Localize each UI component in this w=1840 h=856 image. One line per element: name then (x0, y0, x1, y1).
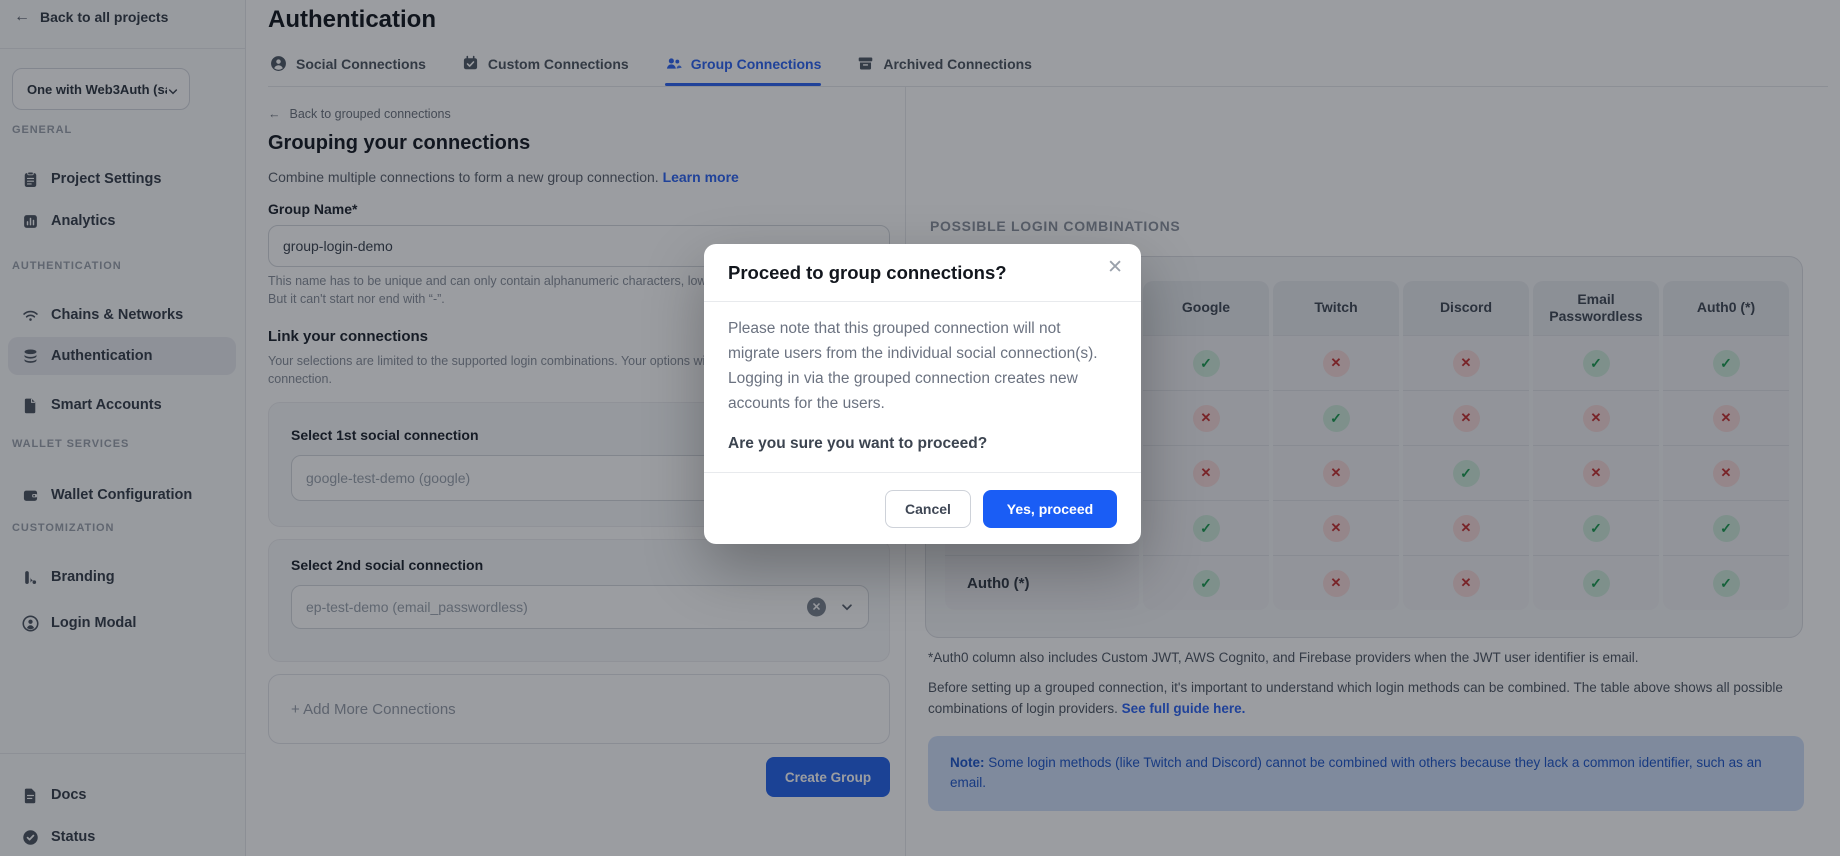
modal-header: Proceed to group connections? ✕ (704, 244, 1141, 302)
modal-title: Proceed to group connections? (728, 262, 1007, 284)
confirm-button[interactable]: Yes, proceed (983, 490, 1117, 528)
proceed-modal: Proceed to group connections? ✕ Please n… (704, 244, 1141, 544)
close-icon[interactable]: ✕ (1107, 258, 1123, 277)
modal-body: Please note that this grouped connection… (728, 316, 1117, 453)
modal-footer: Cancel Yes, proceed (704, 472, 1141, 544)
cancel-button[interactable]: Cancel (885, 490, 971, 528)
web3auth-dashboard: ← Back to all projects One with Web3Auth… (0, 0, 1840, 856)
modal-question: Are you sure you want to proceed? (728, 435, 1117, 453)
modal-message: Please note that this grouped connection… (728, 316, 1100, 416)
